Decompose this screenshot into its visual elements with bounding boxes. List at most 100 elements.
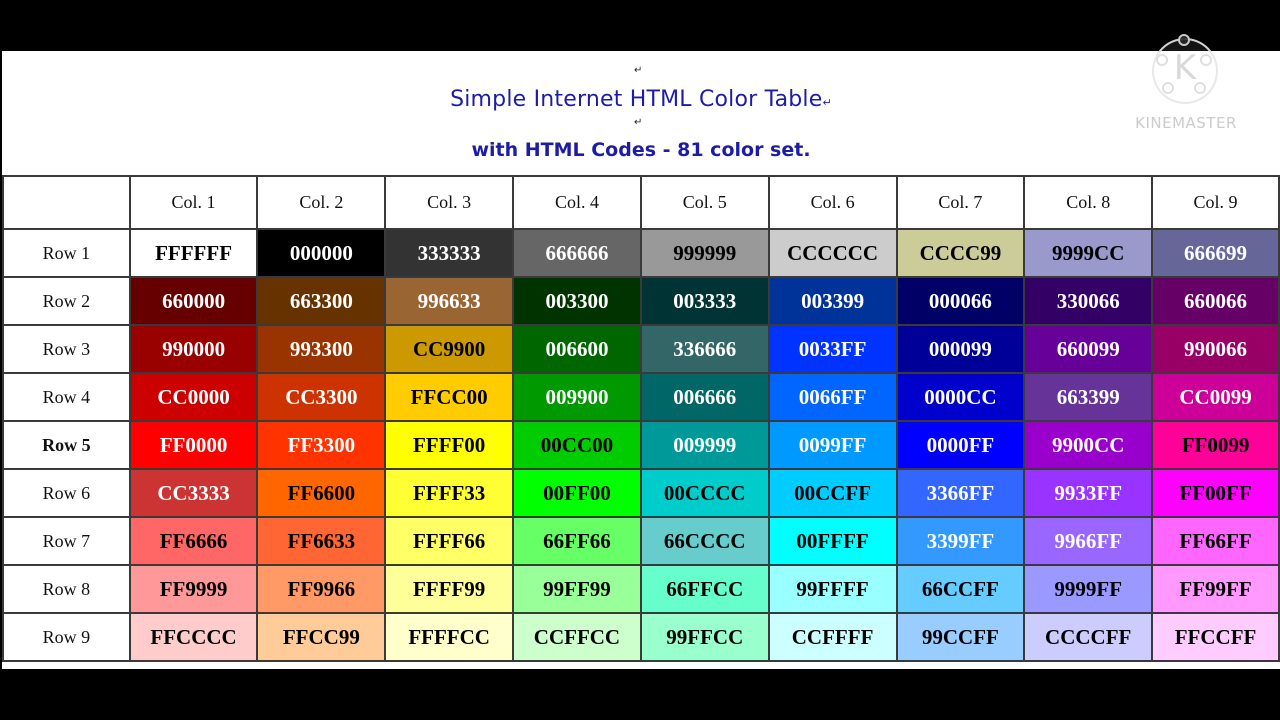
- color-swatch-cell: 0000CC: [895, 372, 1026, 422]
- color-swatch-cell: 00CCCC: [639, 468, 770, 518]
- paragraph-mark-icon: ↵: [634, 117, 643, 128]
- header-row: Col. 1 Col. 2 Col. 3 Col. 4 Col. 5 Col. 6 Col.…: [2, 175, 1280, 230]
- color-swatch-cell: 663399: [1023, 372, 1154, 422]
- kinemaster-logo-icon: K: [1152, 34, 1218, 104]
- color-swatch-cell: 99FF99: [512, 564, 642, 614]
- table-row: Row 8 FF9999 FF9966 FFFF99 99FF99 66FFCC 99FFF…: [2, 564, 1280, 614]
- color-swatch-cell: 9999CC: [1023, 228, 1154, 278]
- color-swatch-cell: 003333: [639, 276, 770, 326]
- color-swatch-cell: CC0000: [128, 372, 259, 422]
- color-swatch-cell: 990066: [1151, 324, 1280, 374]
- paragraph-mark-icon: ↵: [822, 96, 832, 109]
- color-swatch-cell: FF0099: [1151, 420, 1280, 470]
- color-swatch-cell: FFCC99: [256, 612, 387, 662]
- color-swatch-cell: 660000: [128, 276, 259, 326]
- color-swatch-cell: 0000FF: [895, 420, 1026, 470]
- paragraph-mark-icon: ↵: [634, 65, 643, 76]
- column-header: Col. 7: [895, 175, 1026, 230]
- row-label: Row 4: [2, 372, 131, 422]
- color-swatch-cell: 000066: [895, 276, 1026, 326]
- document-title: Simple Internet HTML Color Table↵: [2, 87, 1280, 112]
- color-swatch-cell: 3366FF: [895, 468, 1026, 518]
- color-swatch-cell: CCCC99: [895, 228, 1026, 278]
- row-label: Row 2: [2, 276, 131, 326]
- row-label: Row 1: [2, 228, 131, 278]
- color-swatch-cell: 99FFFF: [767, 564, 898, 614]
- color-swatch-cell: 9933FF: [1023, 468, 1154, 518]
- corner-cell: [2, 175, 131, 230]
- row-label: Row 8: [2, 564, 131, 614]
- color-swatch-cell: 0033FF: [767, 324, 898, 374]
- color-swatch-cell: 663300: [256, 276, 387, 326]
- column-header: Col. 3: [384, 175, 515, 230]
- color-swatch-cell: 9966FF: [1023, 516, 1154, 566]
- color-swatch-cell: 99CCFF: [895, 612, 1026, 662]
- color-swatch-cell: 66CCCC: [639, 516, 770, 566]
- color-swatch-cell: FF9966: [256, 564, 387, 614]
- color-swatch-cell: CCFFFF: [767, 612, 898, 662]
- table-row: Row 1 FFFFFF 000000 333333 666666 999999 CCCCC…: [2, 228, 1280, 278]
- color-swatch-cell: 009900: [512, 372, 642, 422]
- color-swatch-cell: FF99FF: [1151, 564, 1280, 614]
- color-swatch-cell: 003300: [512, 276, 642, 326]
- color-swatch-cell: 000099: [895, 324, 1026, 374]
- color-swatch-cell: 009999: [639, 420, 770, 470]
- table-row: Row 2 660000 663300 996633 003300 003333 00339…: [2, 276, 1280, 326]
- color-swatch-cell: 999999: [639, 228, 770, 278]
- color-swatch-cell: CCFFCC: [512, 612, 642, 662]
- color-swatch-cell: 99FFCC: [639, 612, 770, 662]
- color-swatch-cell: 006600: [512, 324, 642, 374]
- logo-dot: [1194, 82, 1206, 94]
- color-swatch-cell: FFFF66: [384, 516, 515, 566]
- color-swatch-cell: FFFF00: [384, 420, 515, 470]
- table-row: Row 4 CC0000 CC3300 FFCC00 009900 006666 0066F…: [2, 372, 1280, 422]
- color-table: Col. 1 Col. 2 Col. 3 Col. 4 Col. 5 Col. 6 Col.…: [2, 175, 1280, 662]
- document-subtitle: with HTML Codes - 81 color set.: [471, 139, 811, 161]
- color-swatch-cell: 006666: [639, 372, 770, 422]
- color-swatch-cell: 333333: [384, 228, 515, 278]
- logo-dot: [1162, 82, 1174, 94]
- column-header: Col. 2: [256, 175, 387, 230]
- row-label: Row 6: [2, 468, 131, 518]
- logo-dot: [1178, 34, 1190, 46]
- table-row: Row 3 990000 993300 CC9900 006600 336666 0033F…: [2, 324, 1280, 374]
- color-swatch-cell: FFFF33: [384, 468, 515, 518]
- color-swatch-cell: CC9900: [384, 324, 515, 374]
- column-header: Col. 9: [1151, 175, 1280, 230]
- color-swatch-cell: CC3333: [128, 468, 259, 518]
- color-swatch-cell: FF66FF: [1151, 516, 1280, 566]
- color-swatch-cell: 990000: [128, 324, 259, 374]
- color-swatch-cell: 0099FF: [767, 420, 898, 470]
- color-swatch-cell: 9999FF: [1023, 564, 1154, 614]
- row-label: Row 5: [2, 420, 131, 470]
- color-swatch-cell: FFFFFF: [128, 228, 259, 278]
- table-row: Row 5 FF0000 FF3300 FFFF00 00CC00 009999 0099F…: [2, 420, 1280, 470]
- color-swatch-cell: CCCCFF: [1023, 612, 1154, 662]
- kinemaster-watermark: K KINEMASTER: [1122, 34, 1262, 146]
- color-swatch-cell: 9900CC: [1023, 420, 1154, 470]
- column-header: Col. 1: [128, 175, 259, 230]
- table-row: Row 7 FF6666 FF6633 FFFF66 66FF66 66CCCC 00FFF…: [2, 516, 1280, 566]
- color-swatch-cell: FF3300: [256, 420, 387, 470]
- color-swatch-cell: CC3300: [256, 372, 387, 422]
- column-header: Col. 4: [512, 175, 642, 230]
- color-swatch-cell: FF00FF: [1151, 468, 1280, 518]
- color-swatch-cell: 0066FF: [767, 372, 898, 422]
- color-swatch-cell: 00FF00: [512, 468, 642, 518]
- color-swatch-cell: 003399: [767, 276, 898, 326]
- color-swatch-cell: FFCC00: [384, 372, 515, 422]
- color-swatch-cell: FFFFCC: [384, 612, 515, 662]
- kinemaster-brand-text: KINEMASTER: [1135, 114, 1237, 132]
- color-swatch-cell: 00CC00: [512, 420, 642, 470]
- title-area: ↵ Simple Internet HTML Color Table↵ ↵ wi…: [2, 51, 1280, 176]
- color-swatch-cell: FFCCFF: [1151, 612, 1280, 662]
- color-swatch-cell: 00CCFF: [767, 468, 898, 518]
- color-swatch-cell: 00FFFF: [767, 516, 898, 566]
- color-swatch-cell: 666699: [1151, 228, 1280, 278]
- logo-dot: [1200, 54, 1212, 66]
- color-swatch-cell: 660099: [1023, 324, 1154, 374]
- color-swatch-cell: 66CCFF: [895, 564, 1026, 614]
- color-swatch-cell: 996633: [384, 276, 515, 326]
- row-label: Row 3: [2, 324, 131, 374]
- color-swatch-cell: 330066: [1023, 276, 1154, 326]
